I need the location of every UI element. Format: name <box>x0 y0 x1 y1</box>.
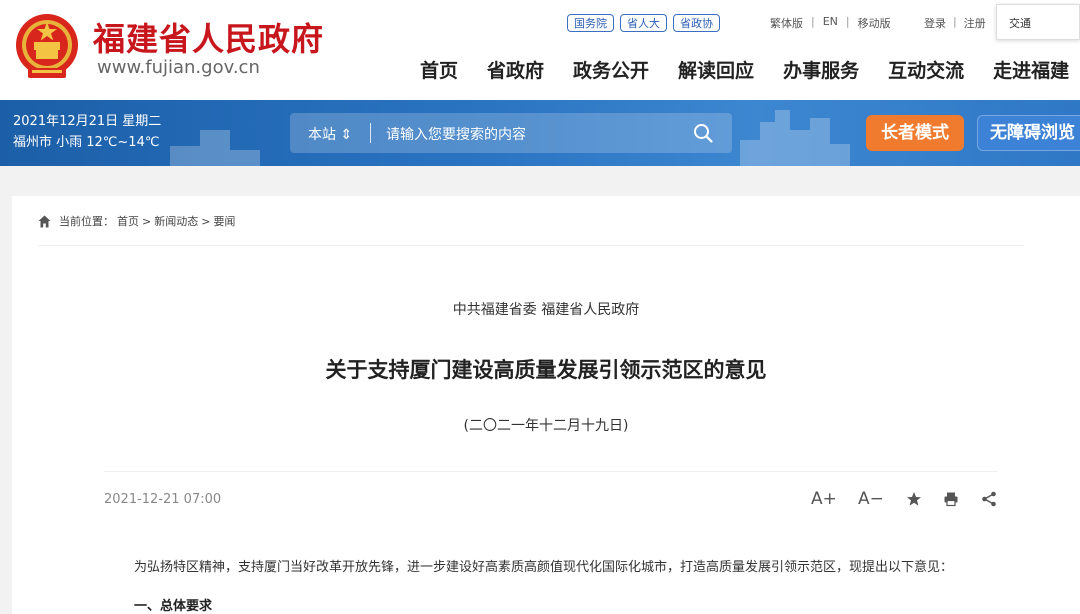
nav-about-fujian[interactable]: 走进福建 <box>993 56 1069 83</box>
auth-links: 登录 | 注册 <box>924 15 986 31</box>
nav-interpretation[interactable]: 解读回应 <box>678 56 754 83</box>
nav-services[interactable]: 办事服务 <box>783 56 859 83</box>
site-header: 福建省人民政府 www.fujian.gov.cn 国务院 省人大 省政协 繁体… <box>0 0 1080 100</box>
mobile-link[interactable]: 移动版 <box>858 15 891 31</box>
breadcrumb-prefix: 当前位置： <box>59 215 114 228</box>
breadcrumb-home[interactable]: 首页 <box>117 213 139 229</box>
star-icon[interactable] <box>906 491 922 507</box>
nav-gov-affairs[interactable]: 政务公开 <box>573 56 649 83</box>
article-intro-paragraph: 为弘扬特区精神，支持厦门当好改革开放先锋，进一步建设好高素质高颜值现代化国际化城… <box>134 560 954 575</box>
separator: | <box>845 15 850 28</box>
article-issuer: 中共福建省委 福建省人民政府 <box>452 302 640 318</box>
site-url[interactable]: www.fujian.gov.cn <box>97 57 260 78</box>
font-increase-button[interactable]: A+ <box>811 489 837 509</box>
national-emblem-icon[interactable] <box>14 12 80 82</box>
date-line: 2021年12月21日 星期二 <box>13 114 162 129</box>
nav-provincial-gov[interactable]: 省政府 <box>487 56 544 83</box>
top-search-input[interactable]: 交通 <box>996 4 1080 40</box>
search-band: 2021年12月21日 星期二 福州市 小雨 12℃~14℃ 本站 ⇕ 请输入您… <box>0 100 1080 166</box>
top-badges: 国务院 省人大 省政协 <box>567 14 720 32</box>
divider <box>104 471 998 472</box>
home-icon <box>38 215 51 227</box>
date-weather: 2021年12月21日 星期二 福州市 小雨 12℃~14℃ <box>13 111 161 153</box>
separator: | <box>953 15 957 28</box>
separator: | <box>811 15 815 28</box>
document-date: (二〇二一年十二月十九日) <box>463 418 629 434</box>
main-nav: 首页 省政府 政务公开 解读回应 办事服务 互动交流 走进福建 <box>420 56 1069 83</box>
elder-mode-button[interactable]: 长者模式 <box>866 115 964 151</box>
divider <box>370 123 371 143</box>
site-search-bar: 本站 ⇕ 请输入您要搜索的内容 <box>290 113 732 153</box>
nav-home[interactable]: 首页 <box>420 56 458 83</box>
article-title: 关于支持厦门建设高质量发展引领示范区的意见 <box>325 358 767 382</box>
publish-time: 2021-12-21 07:00 <box>104 492 222 507</box>
login-link[interactable]: 登录 <box>924 15 946 31</box>
badge-state-council[interactable]: 国务院 <box>567 14 614 32</box>
article-container: 当前位置： 首页 > 新闻动态 > 要闻 中共福建省委 福建省人民政府 关于支持… <box>12 196 1080 614</box>
page: 福建省人民政府 www.fujian.gov.cn 国务院 省人大 省政协 繁体… <box>0 0 1080 614</box>
breadcrumb-headlines[interactable]: 要闻 <box>213 213 235 229</box>
search-scope-select[interactable]: 本站 ⇕ <box>308 124 352 144</box>
traditional-link[interactable]: 繁体版 <box>770 15 803 31</box>
breadcrumb-separator: > <box>201 214 211 228</box>
weather-line: 福州市 小雨 12℃~14℃ <box>13 135 160 150</box>
section-heading: 一、总体要求 <box>134 599 213 614</box>
accessibility-button[interactable]: 无障碍浏览 <box>977 115 1080 151</box>
english-link[interactable]: EN <box>823 15 838 31</box>
breadcrumb-news[interactable]: 新闻动态 <box>154 213 198 229</box>
divider <box>38 245 1024 246</box>
print-icon[interactable] <box>943 491 959 507</box>
search-icon[interactable] <box>693 123 713 143</box>
register-link[interactable]: 注册 <box>964 15 986 31</box>
site-name[interactable]: 福建省人民政府 <box>93 14 324 60</box>
language-links: 繁体版 | EN | 移动版 <box>770 15 891 31</box>
breadcrumb-separator: > <box>142 214 152 228</box>
badge-npc[interactable]: 省人大 <box>620 14 667 32</box>
badge-cppcc[interactable]: 省政协 <box>673 14 720 32</box>
share-icon[interactable] <box>981 491 997 507</box>
nav-interaction[interactable]: 互动交流 <box>888 56 964 83</box>
font-decrease-button[interactable]: A− <box>858 489 884 509</box>
breadcrumb: 当前位置： 首页 > 新闻动态 > 要闻 <box>38 213 238 229</box>
search-input[interactable]: 请输入您要搜索的内容 <box>386 124 526 144</box>
